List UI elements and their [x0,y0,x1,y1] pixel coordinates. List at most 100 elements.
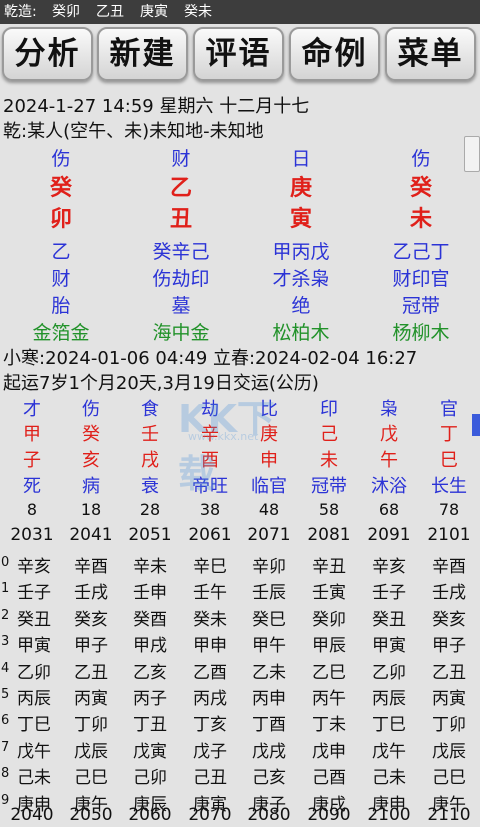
dayun-shishen[interactable]: 官 [419,395,479,421]
liunian-cell[interactable]: 戊寅 [120,737,180,762]
dayun-start-year[interactable]: 2101 [419,525,479,545]
liunian-cell[interactable]: 乙亥 [120,658,180,683]
dayun-age[interactable]: 38 [180,500,240,519]
liunian-cell[interactable]: 丙戌 [180,684,240,709]
liunian-cell[interactable]: 己卯 [120,763,180,788]
dayun-start-year[interactable]: 2071 [239,525,299,545]
liunian-cell[interactable]: 乙卯 [359,658,419,683]
dayun-zhi[interactable]: 酉 [180,446,240,472]
side-drawer-tab[interactable] [472,414,480,436]
liunian-cell[interactable]: 壬午 [180,578,240,603]
dayun-gan[interactable]: 癸 [61,420,121,446]
dayun-shishen[interactable]: 印 [299,395,359,421]
liunian-cell[interactable]: 壬戌 [419,578,479,603]
dayun-zhi[interactable]: 申 [239,446,299,472]
liunian-cell[interactable]: 甲戌 [120,631,180,656]
liunian-cell[interactable]: 癸丑 [4,605,64,630]
dayun-changsheng[interactable]: 死 [2,472,62,498]
dayun-start-year[interactable]: 2041 [61,525,121,545]
liunian-cell[interactable]: 辛酉 [419,552,479,577]
new-button[interactable]: 新建 [97,27,188,81]
liunian-cell[interactable]: 丙辰 [359,684,419,709]
dayun-zhi[interactable]: 巳 [419,446,479,472]
liunian-cell[interactable]: 壬辰 [239,578,299,603]
dayun-gan[interactable]: 丁 [419,420,479,446]
liunian-cell[interactable]: 丁丑 [120,710,180,735]
dayun-changsheng[interactable]: 衰 [120,472,180,498]
liunian-cell[interactable]: 己亥 [239,763,299,788]
liunian-cell[interactable]: 甲寅 [359,631,419,656]
liunian-cell[interactable]: 丁未 [299,710,359,735]
dayun-changsheng[interactable]: 临官 [239,472,299,498]
liunian-cell[interactable]: 己未 [359,763,419,788]
dayun-start-year[interactable]: 2081 [299,525,359,545]
dayun-start-year[interactable]: 2091 [359,525,419,545]
liunian-cell[interactable]: 癸巳 [239,605,299,630]
dayun-shishen[interactable]: 劫 [180,395,240,421]
dayun-gan[interactable]: 壬 [120,420,180,446]
liunian-cell[interactable]: 丙子 [120,684,180,709]
dayun-start-year[interactable]: 2031 [2,525,62,545]
liunian-cell[interactable]: 甲子 [61,631,121,656]
dayun-gan[interactable]: 戊 [359,420,419,446]
liunian-cell[interactable]: 丁酉 [239,710,299,735]
liunian-cell[interactable]: 丙辰 [4,684,64,709]
liunian-cell[interactable]: 丁卯 [419,710,479,735]
liunian-cell[interactable]: 乙卯 [4,658,64,683]
dayun-zhi[interactable]: 亥 [61,446,121,472]
liunian-cell[interactable]: 癸亥 [419,605,479,630]
dayun-changsheng[interactable]: 长生 [419,472,479,498]
liunian-cell[interactable]: 戊戌 [239,737,299,762]
liunian-cell[interactable]: 壬申 [120,578,180,603]
comment-button[interactable]: 评语 [193,27,284,81]
liunian-cell[interactable]: 己巳 [419,763,479,788]
liunian-cell[interactable]: 癸丑 [359,605,419,630]
analyze-button[interactable]: 分析 [2,27,93,81]
dayun-age[interactable]: 58 [299,500,359,519]
liunian-cell[interactable]: 戊辰 [61,737,121,762]
liunian-cell[interactable]: 戊午 [359,737,419,762]
liunian-cell[interactable]: 乙丑 [61,658,121,683]
liunian-cell[interactable]: 壬子 [4,578,64,603]
liunian-cell[interactable]: 壬寅 [299,578,359,603]
dayun-changsheng[interactable]: 帝旺 [180,472,240,498]
liunian-cell[interactable]: 丁卯 [61,710,121,735]
liunian-cell[interactable]: 丁巳 [4,710,64,735]
dayun-shishen[interactable]: 枭 [359,395,419,421]
liunian-cell[interactable]: 癸亥 [61,605,121,630]
liunian-cell[interactable]: 乙巳 [299,658,359,683]
dayun-gan[interactable]: 辛 [180,420,240,446]
liunian-cell[interactable]: 己丑 [180,763,240,788]
liunian-cell[interactable]: 己酉 [299,763,359,788]
dayun-shishen[interactable]: 才 [2,395,62,421]
liunian-cell[interactable]: 壬戌 [61,578,121,603]
dayun-start-year[interactable]: 2061 [180,525,240,545]
liunian-cell[interactable]: 甲寅 [4,631,64,656]
dayun-age[interactable]: 8 [2,500,62,519]
liunian-cell[interactable]: 己未 [4,763,64,788]
liunian-cell[interactable]: 丁亥 [180,710,240,735]
liunian-cell[interactable]: 戊辰 [419,737,479,762]
dayun-changsheng[interactable]: 病 [61,472,121,498]
dayun-gan[interactable]: 庚 [239,420,299,446]
dayun-zhi[interactable]: 未 [299,446,359,472]
liunian-cell[interactable]: 丙午 [299,684,359,709]
liunian-cell[interactable]: 癸酉 [120,605,180,630]
liunian-cell[interactable]: 乙丑 [419,658,479,683]
menu-button[interactable]: 菜单 [385,27,476,81]
liunian-cell[interactable]: 辛丑 [299,552,359,577]
liunian-cell[interactable]: 辛巳 [180,552,240,577]
liunian-cell[interactable]: 辛未 [120,552,180,577]
liunian-cell[interactable]: 甲午 [239,631,299,656]
dayun-age[interactable]: 48 [239,500,299,519]
liunian-cell[interactable]: 甲辰 [299,631,359,656]
liunian-cell[interactable]: 丙申 [239,684,299,709]
dayun-age[interactable]: 18 [61,500,121,519]
liunian-cell[interactable]: 壬子 [359,578,419,603]
liunian-cell[interactable]: 辛卯 [239,552,299,577]
liunian-cell[interactable]: 己巳 [61,763,121,788]
liunian-cell[interactable]: 辛亥 [359,552,419,577]
dayun-zhi[interactable]: 子 [2,446,62,472]
dayun-changsheng[interactable]: 沐浴 [359,472,419,498]
dayun-age[interactable]: 78 [419,500,479,519]
